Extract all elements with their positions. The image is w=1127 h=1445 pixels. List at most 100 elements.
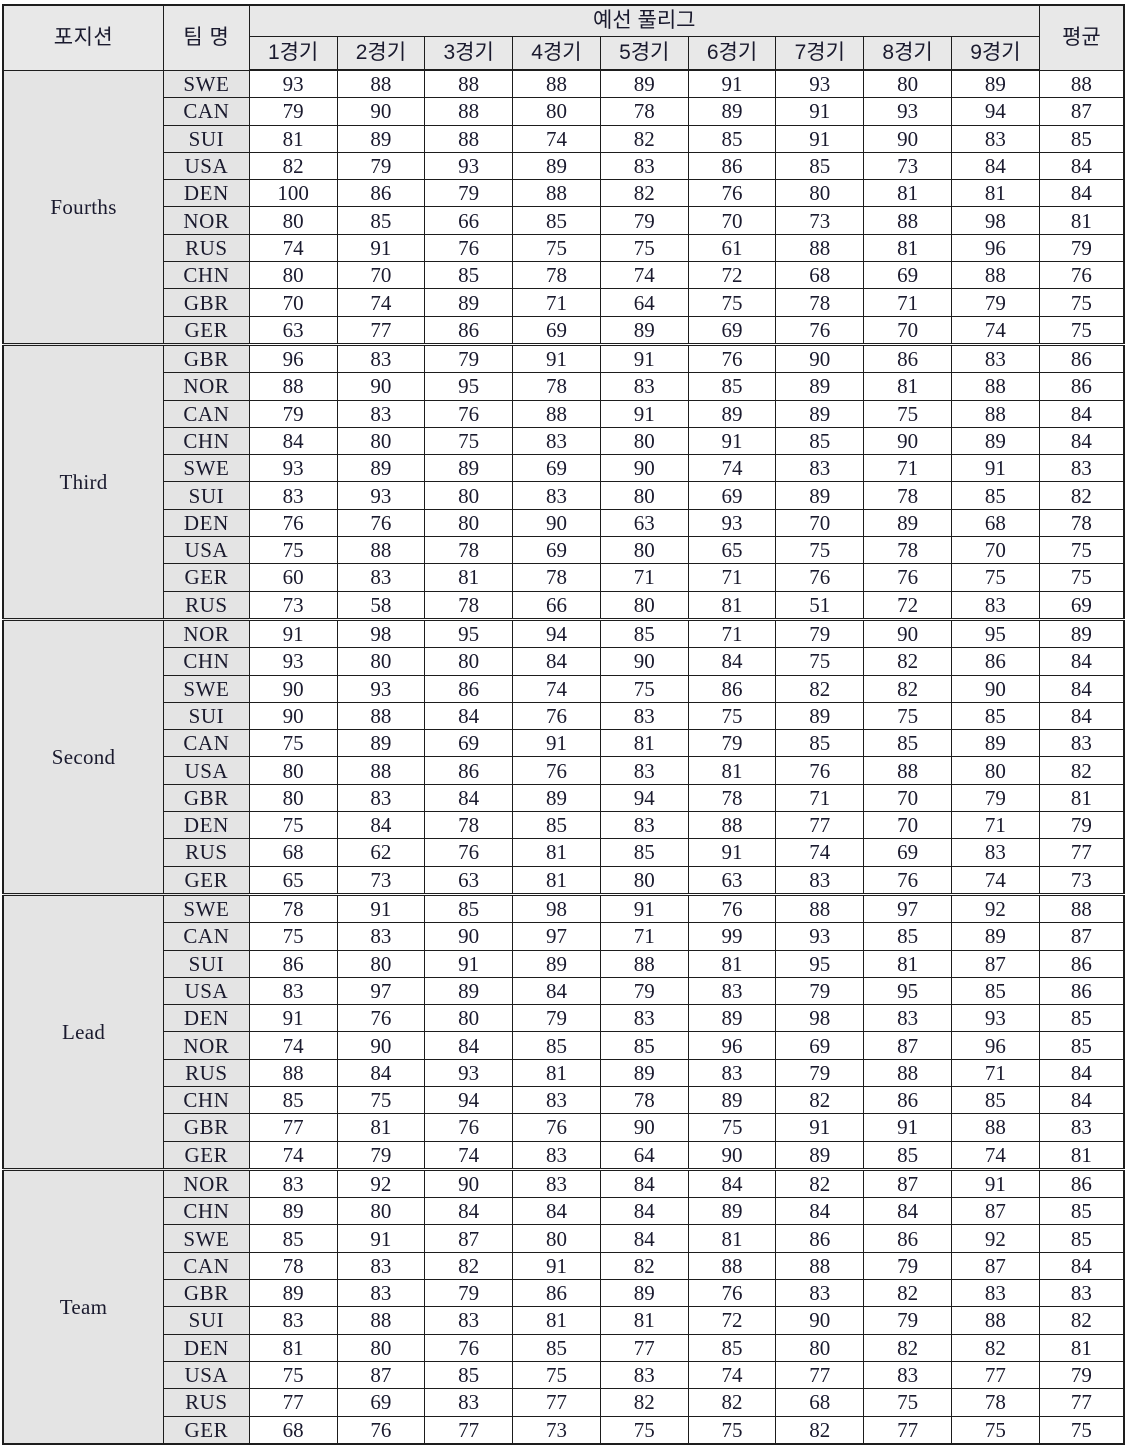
table-row: GER 65 73 63 81 80 63 83 76 74 73: [3, 865, 1125, 895]
score-cell-game-9: 83: [950, 124, 1040, 153]
score-cell-game-5: 83: [599, 151, 689, 181]
score-cell-game-7: 76: [775, 315, 865, 345]
score-cell-game-6: 69: [687, 481, 777, 510]
score-cell-game-2: 80: [336, 426, 426, 456]
score-cell-game-6: 65: [687, 536, 777, 565]
header-game-4: 4경기: [512, 36, 601, 71]
score-cell-game-5: 81: [599, 729, 689, 758]
score-cell-game-5: 82: [599, 179, 689, 208]
score-cell-game-6: 99: [687, 922, 777, 951]
score-cell-game-7: 78: [775, 288, 865, 317]
score-cell-game-8: 73: [863, 151, 952, 181]
score-cell-game-8: 86: [863, 1085, 952, 1115]
table-row: CAN 75 83 90 97 71 99 93 85 89 87: [3, 922, 1125, 951]
score-cell-game-1: 77: [248, 1388, 338, 1417]
team-cell: NOR: [163, 372, 250, 401]
score-cell-game-1: 82: [248, 151, 338, 181]
table-row: GER 63 77 86 69 89 69 76 70 74 75: [3, 315, 1125, 345]
average-cell: 88: [1038, 892, 1125, 924]
score-cell-game-2: 91: [336, 233, 426, 263]
score-cell-game-4: 85: [512, 811, 601, 840]
score-cell-game-7: 85: [775, 729, 865, 758]
score-cell-game-5: 74: [599, 261, 689, 290]
score-cell-game-3: 89: [424, 976, 514, 1006]
score-cell-game-4: 88: [512, 179, 601, 208]
score-cell-game-8: 88: [863, 756, 952, 785]
average-cell: 84: [1038, 399, 1125, 428]
score-cell-game-2: 75: [336, 1085, 426, 1115]
score-cell-game-5: 75: [599, 233, 689, 263]
score-cell-game-6: 76: [687, 342, 777, 374]
team-cell: GBR: [163, 783, 250, 813]
score-cell-game-8: 76: [863, 865, 952, 895]
table-row: GBR 80 83 84 89 94 78 71 70 79 81: [3, 783, 1125, 813]
score-cell-game-2: 58: [336, 590, 426, 620]
score-cell-game-4: 83: [512, 426, 601, 456]
average-cell: 86: [1038, 372, 1125, 401]
score-cell-game-8: 75: [863, 1388, 952, 1417]
score-cell-game-2: 88: [336, 701, 426, 731]
score-cell-game-4: 88: [512, 69, 601, 99]
score-cell-game-5: 75: [599, 1415, 689, 1445]
average-cell: 85: [1038, 1197, 1125, 1226]
score-cell-game-1: 74: [248, 233, 338, 263]
score-cell-game-1: 68: [248, 838, 338, 867]
table-row: RUS 88 84 93 81 89 83 79 88 71 84: [3, 1058, 1125, 1087]
average-cell: 81: [1038, 1140, 1125, 1170]
score-cell-game-1: 80: [248, 206, 338, 235]
average-cell: 84: [1038, 701, 1125, 731]
score-cell-game-4: 85: [512, 1333, 601, 1362]
average-cell: 84: [1038, 1251, 1125, 1281]
score-cell-game-4: 69: [512, 536, 601, 565]
score-cell-game-8: 75: [863, 701, 952, 731]
score-cell-game-6: 78: [687, 783, 777, 813]
average-cell: 83: [1038, 729, 1125, 758]
score-cell-game-5: 79: [599, 206, 689, 235]
score-cell-game-4: 89: [512, 949, 601, 978]
score-cell-game-6: 83: [687, 976, 777, 1006]
score-cell-game-3: 84: [424, 701, 514, 731]
table-row: RUS 68 62 76 81 85 91 74 69 83 77: [3, 838, 1125, 867]
score-cell-game-6: 70: [687, 206, 777, 235]
score-cell-game-9: 74: [950, 315, 1040, 345]
team-cell: GER: [163, 865, 250, 895]
team-cell: SWE: [163, 892, 250, 924]
score-cell-game-7: 89: [775, 372, 865, 401]
score-cell-game-9: 88: [950, 372, 1040, 401]
table-row: SUI 81 89 88 74 82 85 91 90 83 85: [3, 124, 1125, 153]
score-cell-game-9: 86: [950, 647, 1040, 676]
score-cell-game-2: 92: [336, 1167, 426, 1199]
score-cell-game-9: 79: [950, 288, 1040, 317]
team-cell: CAN: [163, 922, 250, 951]
score-cell-game-8: 81: [863, 949, 952, 978]
score-cell-game-6: 90: [687, 1140, 777, 1170]
team-cell: USA: [163, 976, 250, 1006]
score-cell-game-5: 80: [599, 426, 689, 456]
score-cell-game-4: 77: [512, 1388, 601, 1417]
score-cell-game-9: 96: [950, 233, 1040, 263]
score-cell-game-2: 83: [336, 342, 426, 374]
score-cell-game-8: 91: [863, 1113, 952, 1142]
position-cell-second: Second: [2, 617, 165, 895]
header-group-preliminary-round-robin: 예선 풀리그: [248, 4, 1040, 37]
table-row: USA 82 79 93 89 83 86 85 73 84 84: [3, 151, 1125, 181]
score-cell-game-3: 93: [424, 1058, 514, 1087]
score-cell-game-9: 89: [950, 426, 1040, 456]
score-cell-game-3: 88: [424, 69, 514, 99]
score-cell-game-3: 81: [424, 563, 514, 592]
score-cell-game-1: 77: [248, 1113, 338, 1142]
score-cell-game-3: 76: [424, 1333, 514, 1362]
score-cell-game-5: 82: [599, 124, 689, 153]
score-cell-game-8: 69: [863, 261, 952, 290]
score-cell-game-7: 77: [775, 811, 865, 840]
score-cell-game-9: 80: [950, 756, 1040, 785]
average-cell: 75: [1038, 288, 1125, 317]
team-cell: CHN: [163, 1085, 250, 1115]
score-cell-game-3: 78: [424, 811, 514, 840]
score-cell-game-6: 89: [687, 1085, 777, 1115]
score-cell-game-3: 63: [424, 865, 514, 895]
score-cell-game-9: 85: [950, 481, 1040, 510]
table-row: SWE 85 91 87 80 84 81 86 86 92 85: [3, 1224, 1125, 1253]
team-cell: SUI: [163, 701, 250, 731]
score-cell-game-1: 83: [248, 976, 338, 1006]
